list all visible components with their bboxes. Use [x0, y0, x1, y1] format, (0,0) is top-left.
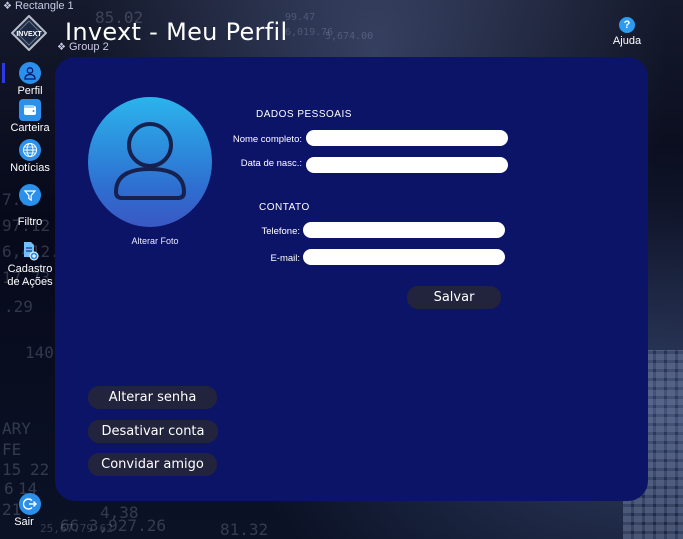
background-number: 81.32: [220, 520, 269, 539]
background-number: 140: [25, 343, 54, 362]
deactivate-account-button[interactable]: Desativar conta: [88, 420, 218, 443]
user-icon: [19, 62, 41, 84]
background-number: .29: [4, 297, 33, 316]
birth-date-label: Data de nasc.:: [240, 158, 302, 169]
full-name-field[interactable]: [306, 130, 508, 146]
user-placeholder-icon: [113, 122, 187, 200]
full-name-label: Nome completo:: [232, 134, 302, 145]
component-diamond-icon: ❖: [3, 0, 12, 12]
sidebar-item-label: Perfil: [17, 85, 43, 97]
globe-icon: [19, 139, 41, 161]
sidebar-item-filtro[interactable]: Filtro: [4, 184, 56, 228]
birth-date-field[interactable]: [306, 157, 508, 173]
sidebar-item-label: Filtro: [17, 216, 43, 228]
frame-label-group: ❖ Group 2: [57, 41, 109, 53]
background-number: 99.47: [285, 12, 316, 23]
save-button[interactable]: Salvar: [407, 286, 501, 309]
background-number: FE: [2, 440, 22, 459]
avatar[interactable]: [88, 97, 212, 227]
personal-data-title: DADOS PESSOAIS: [256, 109, 352, 120]
sidebar-item-perfil[interactable]: Perfil: [4, 62, 56, 97]
change-photo-link[interactable]: Alterar Foto: [110, 236, 200, 246]
sidebar-item-noticias[interactable]: Notícias: [4, 139, 56, 174]
logout-label: Sair: [14, 516, 34, 528]
background-number: 5,674.00: [325, 31, 374, 42]
frame-label-rectangle: ❖ Rectangle 1: [3, 0, 74, 12]
sidebar-item-cadastro-acoes[interactable]: Cadastro de Ações: [4, 240, 56, 289]
logo-text: INVEXT: [16, 31, 42, 38]
help-button[interactable]: ? Ajuda: [610, 17, 644, 47]
sidebar-item-label: Notícias: [10, 162, 50, 174]
logout-icon: [19, 493, 41, 515]
frame-label-text: Rectangle 1: [14, 0, 74, 12]
frame-label-text: Group 2: [68, 41, 109, 53]
background-number: ARY: [2, 419, 31, 438]
background-number: 22: [30, 460, 50, 479]
filter-icon: [19, 184, 41, 206]
sidebar-item-carteira[interactable]: Carteira: [4, 99, 56, 134]
phone-label: Telefone:: [261, 226, 300, 237]
component-diamond-icon: ❖: [57, 41, 66, 53]
help-icon: ?: [619, 17, 635, 33]
email-field[interactable]: [303, 249, 505, 265]
invext-logo: INVEXT: [10, 14, 48, 52]
contact-title: CONTATO: [259, 202, 310, 213]
change-password-button[interactable]: Alterar senha: [88, 386, 217, 409]
invite-friend-button[interactable]: Convidar amigo: [88, 453, 217, 476]
add-document-icon: [19, 240, 41, 262]
wallet-icon: [19, 99, 41, 121]
help-label: Ajuda: [612, 35, 642, 47]
email-label: E-mail:: [270, 253, 300, 264]
sidebar-item-label: Carteira: [10, 122, 50, 134]
sidebar-item-label: Cadastro de Ações: [7, 263, 53, 288]
background-number: 15: [2, 460, 22, 479]
logout-button[interactable]: Sair: [4, 493, 56, 528]
phone-field[interactable]: [303, 222, 505, 238]
